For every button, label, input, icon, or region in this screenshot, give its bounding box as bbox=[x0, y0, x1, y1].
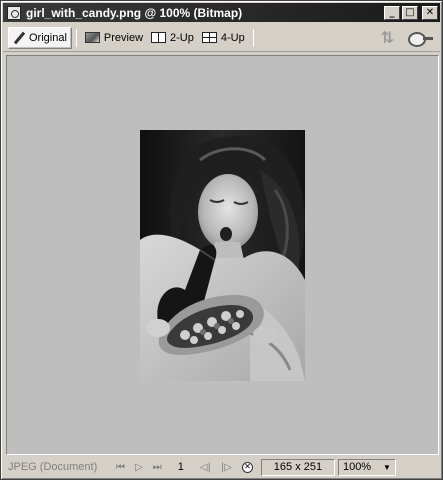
document-image[interactable] bbox=[140, 130, 305, 381]
tab-2-up[interactable]: 2-Up bbox=[147, 27, 198, 49]
toolbar-divider bbox=[75, 28, 77, 47]
first-frame-icon[interactable]: ⏮ bbox=[116, 462, 125, 473]
tab-preview-label: Preview bbox=[103, 31, 144, 44]
two-up-icon bbox=[151, 32, 167, 43]
pencil-icon bbox=[13, 32, 25, 44]
export-icon[interactable]: ⇅ bbox=[381, 28, 394, 47]
close-button[interactable]: ✕ bbox=[422, 5, 438, 20]
photo-girl-with-candy bbox=[140, 130, 305, 381]
format-label: JPEG (Document) bbox=[8, 461, 98, 473]
document-window: girl_with_candy.png @ 100% (Bitmap) _ □ … bbox=[0, 0, 443, 480]
image-dimensions: 165 x 251 bbox=[260, 458, 335, 476]
toolbar-divider bbox=[252, 28, 254, 47]
tab-4-up[interactable]: 4-Up bbox=[198, 27, 249, 49]
previous-frame-icon[interactable]: ◁| bbox=[200, 462, 211, 473]
image-canvas[interactable] bbox=[6, 55, 439, 455]
maximize-icon: □ bbox=[405, 6, 415, 18]
window-title: girl_with_candy.png @ 100% (Bitmap) bbox=[26, 5, 243, 20]
last-frame-icon[interactable]: ⏭ bbox=[153, 462, 162, 473]
tab-preview[interactable]: Preview bbox=[81, 27, 147, 49]
four-up-icon bbox=[201, 32, 217, 43]
close-icon: ✕ bbox=[425, 6, 435, 18]
document-icon bbox=[7, 5, 21, 20]
play-icon[interactable]: ▷ bbox=[135, 462, 143, 473]
tab-original-label: Original bbox=[29, 31, 67, 44]
minimize-button[interactable]: _ bbox=[384, 5, 400, 20]
toolbar-right: ⇅ bbox=[381, 28, 434, 47]
status-bar: JPEG (Document) ⏮ ▷ ⏭ 1 ◁| |▷ ✕ 165 x 25… bbox=[3, 457, 440, 477]
view-toolbar: Original Preview 2-Up 4-Up ⇅ bbox=[3, 24, 440, 52]
loupe-icon[interactable] bbox=[408, 31, 434, 47]
zoom-value: 100% bbox=[342, 461, 372, 473]
stop-icon[interactable]: ✕ bbox=[241, 461, 253, 473]
frame-navigation: ⏮ ▷ ⏭ 1 ◁| |▷ ✕ bbox=[116, 461, 253, 473]
title-bar[interactable]: girl_with_candy.png @ 100% (Bitmap) _ □ … bbox=[3, 3, 440, 22]
dimensions-value: 165 x 251 bbox=[273, 461, 323, 473]
chevron-down-icon: ▼ bbox=[383, 462, 391, 472]
minimize-icon: _ bbox=[389, 6, 395, 18]
current-frame: 1 bbox=[177, 461, 184, 473]
preview-icon bbox=[84, 32, 100, 43]
next-frame-icon[interactable]: |▷ bbox=[221, 462, 232, 473]
window-controls: _ □ ✕ bbox=[384, 5, 438, 20]
tab-4-up-label: 4-Up bbox=[220, 31, 245, 44]
zoom-select[interactable]: 100% ▼ bbox=[337, 458, 396, 476]
tab-2-up-label: 2-Up bbox=[170, 31, 194, 44]
tab-original[interactable]: Original bbox=[8, 26, 72, 49]
maximize-button[interactable]: □ bbox=[402, 5, 418, 20]
